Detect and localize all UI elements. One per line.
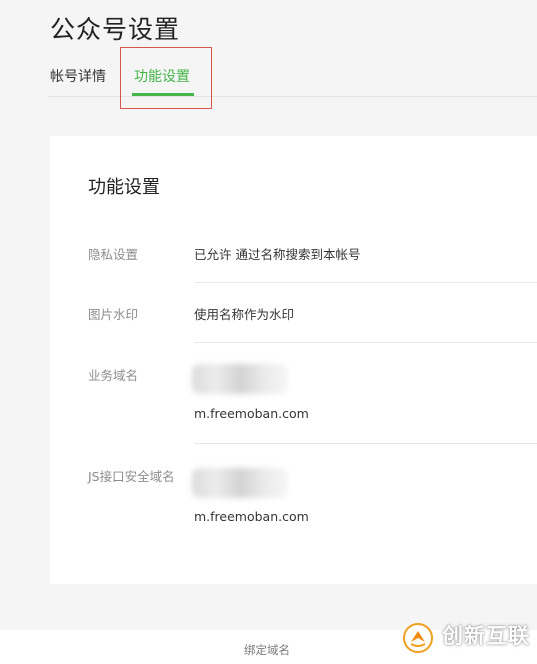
business-domain-label: 业务域名 [88, 368, 139, 383]
row-divider [194, 342, 537, 343]
tab-account-details[interactable]: 帐号详情 [50, 66, 106, 86]
image-watermark-label: 图片水印 [88, 307, 139, 322]
bind-domain-link[interactable]: 绑定域名 [244, 642, 290, 658]
redacted-domain-blur [192, 468, 288, 498]
js-safe-domain-label: JS接口安全域名 [88, 469, 175, 484]
row-divider [194, 443, 537, 444]
privacy-setting-label: 隐私设置 [88, 247, 139, 262]
redacted-domain-blur [192, 364, 288, 394]
business-domain-value: m.freemoban.com [194, 406, 309, 421]
row-divider [194, 282, 537, 283]
card-title: 功能设置 [88, 177, 160, 198]
brand-logo-icon [403, 623, 433, 653]
settings-card: 功能设置 隐私设置 已允许 通过名称搜索到本帐号 图片水印 使用名称作为水印 业… [50, 136, 537, 584]
privacy-setting-value: 已允许 通过名称搜索到本帐号 [194, 247, 361, 262]
highlight-annotation-box [120, 47, 212, 109]
page-title: 公众号设置 [50, 15, 181, 44]
js-safe-domain-value: m.freemoban.com [194, 509, 309, 524]
brand-watermark-text: 创新互联 [442, 624, 530, 648]
image-watermark-value: 使用名称作为水印 [194, 307, 295, 322]
